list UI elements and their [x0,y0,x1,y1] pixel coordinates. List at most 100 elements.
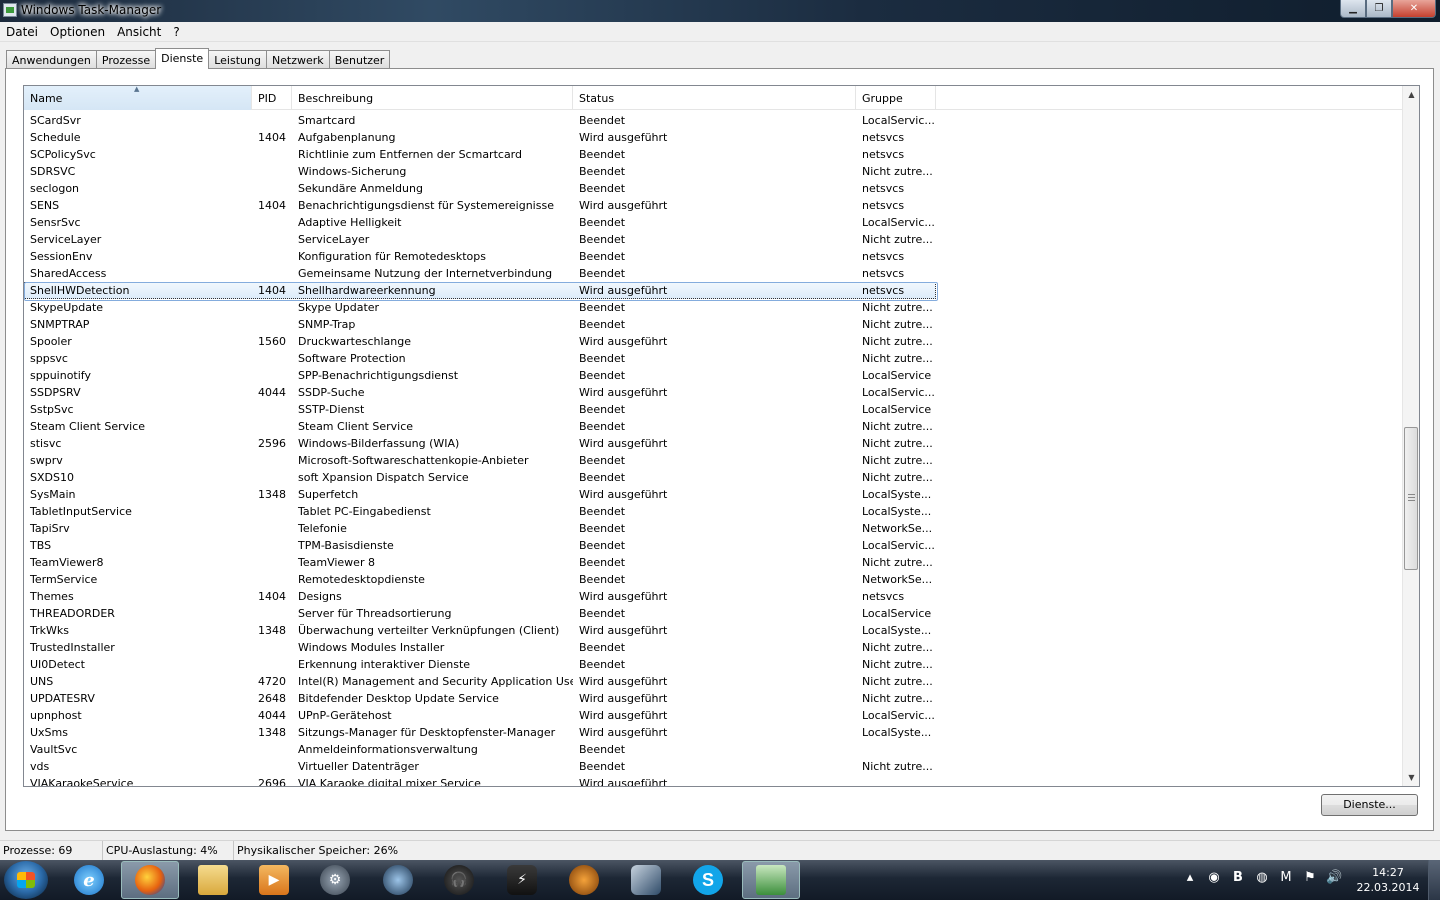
table-row[interactable]: SharedAccess Gemeinsame Nutzung der Inter… [24,265,1402,282]
taskbar-internet-explorer[interactable]: e [60,861,118,899]
taskbar-media-player[interactable]: ▶ [245,861,303,899]
table-row[interactable]: swprv Microsoft-Softwareschattenkopie-Anb… [24,452,1402,469]
service-description-cell: VIA Karaoke digital mixer Service [298,777,481,787]
start-button[interactable] [4,861,48,899]
menu-datei[interactable]: Datei [0,22,44,41]
taskbar-speedfan[interactable]: ⚡ [493,861,551,899]
column-header-description[interactable]: Beschreibung [292,86,573,110]
service-status-cell: Wird ausgeführt [579,675,668,688]
table-row[interactable]: SDRSVC Windows-Sicherung Beendet Nicht zutr… [24,163,1402,180]
table-row[interactable]: vds Virtueller Datenträger Beendet Nicht zu… [24,758,1402,775]
taskbar-game[interactable] [617,861,675,899]
scroll-thumb[interactable] [1404,427,1418,570]
table-row[interactable]: seclogon Sekundäre Anmeldung Beendet netsvc… [24,180,1402,197]
taskbar-skype[interactable]: S [679,861,737,899]
vertical-scrollbar[interactable]: ▲ ▼ [1402,86,1419,786]
table-row[interactable]: VaultSvc Anmeldeinformationsverwaltung Bee… [24,741,1402,758]
taskbar-steam[interactable]: ⚙ [306,861,364,899]
taskbar-clock[interactable]: 14:27 22.03.2014 [1352,865,1424,895]
table-row[interactable]: THREADORDER Server für Threadsortierung Be… [24,605,1402,622]
show-desktop-button[interactable] [1428,860,1440,900]
services-list[interactable]: Name ▲ PID Beschreibung Status Gruppe SC… [23,85,1420,787]
network-globe-icon[interactable]: ◍ [1254,870,1270,885]
table-row[interactable]: SNMPTRAP SNMP-Trap Beendet Nicht zutre... [24,316,1402,333]
service-pid-cell: 4044 [258,709,286,722]
taskbar-headset[interactable]: 🎧 [430,861,488,899]
column-header-pid[interactable]: PID [252,86,292,110]
table-row[interactable]: Schedule 1404 Aufgabenplanung Wird ausgefüh… [24,129,1402,146]
scroll-down-icon[interactable]: ▼ [1403,769,1419,786]
table-row[interactable]: UNS 4720 Intel(R) Management and Security … [24,673,1402,690]
service-description-cell: Anmeldeinformationsverwaltung [298,743,478,756]
malwarebytes-icon[interactable]: M [1278,870,1294,885]
show-hidden-icons-icon[interactable]: ▴ [1182,870,1198,885]
table-row[interactable]: Steam Client Service Steam Client Service… [24,418,1402,435]
service-pid-cell: 2696 [258,777,286,787]
table-row[interactable]: sppsvc Software Protection Beendet Nicht zu… [24,350,1402,367]
taskbar-firefox[interactable] [121,861,179,899]
tab-anwendungen[interactable]: Anwendungen [6,50,97,68]
table-row[interactable]: SstpSvc SSTP-Dienst Beendet LocalService [24,401,1402,418]
column-header-status[interactable]: Status [573,86,856,110]
table-row[interactable]: Themes 1404 Designs Wird ausgeführt netsvcs [24,588,1402,605]
table-row[interactable]: ServiceLayer ServiceLayer Beendet Nicht zut… [24,231,1402,248]
table-row[interactable]: TermService Remotedesktopdienste Beendet Ne… [24,571,1402,588]
table-row[interactable]: TapiSrv Telefonie Beendet NetworkSe... [24,520,1402,537]
service-description-cell: Konfiguration für Remotedesktops [298,250,486,263]
tab-benutzer[interactable]: Benutzer [328,50,391,68]
menu-ansicht[interactable]: Ansicht [111,22,167,41]
service-group-cell: LocalSyste... [862,505,932,518]
table-row[interactable]: stisvc 2596 Windows-Bilderfassung (WIA) Wir… [24,435,1402,452]
table-row[interactable]: SENS 1404 Benachrichtigungsdienst für Syst… [24,197,1402,214]
taskbar-task-manager[interactable] [742,861,800,899]
table-row[interactable]: UPDATESRV 2648 Bitdefender Desktop Update … [24,690,1402,707]
table-row[interactable]: SkypeUpdate Skype Updater Beendet Nicht zut… [24,299,1402,316]
maximize-button[interactable]: ❐ [1366,0,1392,18]
close-button[interactable]: ✕ [1392,0,1436,18]
table-row[interactable]: SSDPSRV 4044 SSDP-Suche Wird ausgeführt Loca… [24,384,1402,401]
service-name-cell: SkypeUpdate [30,301,104,314]
taskbar-teamspeak[interactable] [369,861,427,899]
tab-leistung[interactable]: Leistung [208,50,267,68]
table-row[interactable]: SXDS10 soft Xpansion Dispatch Service Been… [24,469,1402,486]
table-row[interactable]: TrustedInstaller Windows Modules Installe… [24,639,1402,656]
table-row[interactable]: SCPolicySvc Richtlinie zum Entfernen der … [24,146,1402,163]
tab-prozesse[interactable]: Prozesse [95,50,157,68]
table-row[interactable]: VIAKaraokeService 2696 VIA Karaoke digital… [24,775,1402,787]
service-description-cell: Shellhardwareerkennung [298,284,436,297]
volume-icon[interactable]: 🔊 [1326,870,1342,885]
title-bar[interactable]: Windows Task-Manager ▁ ❐ ✕ [0,0,1440,22]
minimize-button[interactable]: ▁ [1340,0,1366,18]
table-row[interactable]: SensrSvc Adaptive Helligkeit Beendet LocalS… [24,214,1402,231]
column-header-group[interactable]: Gruppe [856,86,936,110]
table-row[interactable]: TeamViewer8 TeamViewer 8 Beendet Nicht zutr… [24,554,1402,571]
service-status-cell: Wird ausgeführt [579,777,668,787]
taskbar-swtor[interactable] [555,861,613,899]
tab-netzwerk[interactable]: Netzwerk [265,50,330,68]
table-row[interactable]: SCardSvr Smartcard Beendet LocalServic... [24,112,1402,129]
table-row[interactable]: TrkWks 1348 Überwachung verteilter Verknüp… [24,622,1402,639]
table-row[interactable]: sppuinotify SPP-Benachrichtigungsdienst Be… [24,367,1402,384]
table-row[interactable]: UxSms 1348 Sitzungs-Manager für Desktopfen… [24,724,1402,741]
tab-dienste[interactable]: Dienste [155,48,210,69]
bitdefender-icon[interactable]: B [1230,870,1246,885]
table-row[interactable]: upnphost 4044 UPnP-Gerätehost Wird ausgefüh… [24,707,1402,724]
table-row[interactable]: SysMain 1348 Superfetch Wird ausgeführt Loca… [24,486,1402,503]
scroll-up-icon[interactable]: ▲ [1403,86,1419,103]
taskbar-explorer[interactable] [184,861,242,899]
action-center-flag-icon[interactable]: ⚑ [1302,870,1318,885]
column-header-name[interactable]: Name ▲ [24,86,252,110]
table-row[interactable]: ShellHWDetection 1404 Shellhardwareerkennu… [24,282,938,301]
table-row[interactable]: UI0Detect Erkennung interaktiver Dienste B… [24,656,1402,673]
table-row[interactable]: SessionEnv Konfiguration für Remotedeskto… [24,248,1402,265]
antivirus-icon[interactable]: ◉ [1206,870,1222,885]
service-name-cell: ServiceLayer [30,233,102,246]
menu-optionen[interactable]: Optionen [44,22,111,41]
service-group-cell: netsvcs [862,250,905,263]
steam-icon: ⚙ [320,865,350,895]
menu-help[interactable]: ? [167,22,185,41]
table-row[interactable]: Spooler 1560 Druckwarteschlange Wird ausgef… [24,333,1402,350]
services-button[interactable]: Dienste... [1321,794,1418,816]
table-row[interactable]: TabletInputService Tablet PC-Eingabediens… [24,503,1402,520]
table-row[interactable]: TBS TPM-Basisdienste Beendet LocalServic... [24,537,1402,554]
